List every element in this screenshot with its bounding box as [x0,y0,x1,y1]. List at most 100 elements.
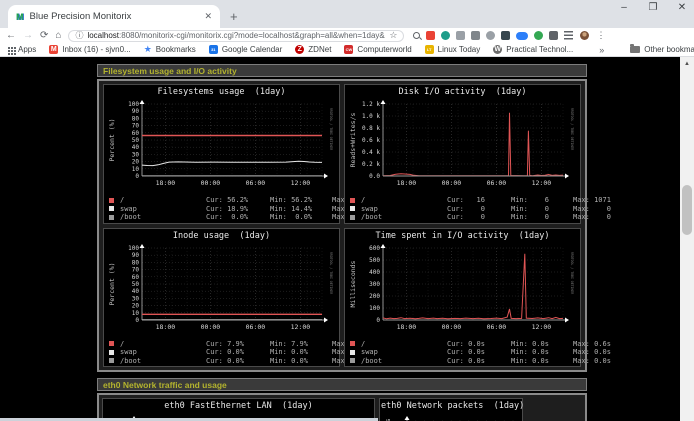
chart-filesystems-usage[interactable]: Filesystems usage (1day)Percent (%)10090… [103,84,340,224]
minimize-button[interactable]: – [618,2,630,13]
calendar-icon: 31 [209,45,218,54]
forward-button[interactable]: → [23,31,33,41]
bookmark-label: Apps [18,45,36,54]
y-tick-label: 600 [369,245,380,252]
monitorix-page: Filesystem usage and I/O activity Filesy… [0,57,694,421]
maximize-button[interactable]: ❐ [647,2,659,13]
chart-plot: Percent (%)100908070605040302010018:0000… [105,98,336,191]
vertical-scrollbar[interactable]: ▲ [680,57,694,421]
chart-disk-io-activity[interactable]: Disk I/O activity (1day)Reads+Writes/s1.… [344,84,581,224]
folder-icon [630,46,640,53]
copy-pages-icon[interactable] [456,31,465,40]
x-tick-label: 06:00 [246,179,266,187]
bookmark-label: Bookmarks [156,45,196,54]
bookmark-apps-grid[interactable]: Apps [8,45,36,54]
bookmark-zdnet[interactable]: ZZDNet [295,45,331,54]
legend-swatch [350,198,355,203]
chart-inode-usage[interactable]: Inode usage (1day)Percent (%)10090807060… [103,228,340,368]
legend-cur: Cur: 7.9% [206,340,270,348]
reading-list-icon[interactable] [564,31,573,40]
address-bar[interactable]: ⓘ localhost:8080/monitorix-cgi/monitorix… [68,30,404,42]
new-tab-button[interactable]: + [230,9,238,24]
bookmark-linuxtoday[interactable]: LTLinux Today [425,45,481,54]
bookmark-calendar[interactable]: 31Google Calendar [209,45,282,54]
chart-title: eth0 Network packets (1day) [381,401,521,412]
x-tick-label: 18:00 [397,179,417,187]
x-tick-label: 18:00 [156,179,176,187]
y-tick-label: 80 [132,259,140,266]
tab-close-icon[interactable]: ✕ [204,11,212,22]
profile-avatar[interactable] [580,31,589,40]
y-tick-label: 20 [132,159,140,166]
rrdtool-watermark: RRDTOOL / TOBI OETIKER [329,252,333,294]
gmail-icon[interactable] [426,31,435,40]
x-tick-label: 06:00 [487,323,507,331]
legend-cur: Cur: 0 [447,213,511,221]
chart-legend: /Cur: 0.0sMin: 0.0sMax: 0.6sswapCur: 0.0… [346,340,579,366]
legend-swatch [350,215,355,220]
green-extension-icon[interactable] [534,31,543,40]
legend-row: /Cur: 7.9%Min: 7.9%Max: 7.9% [109,340,338,349]
back-button[interactable]: ← [6,31,16,41]
legend-swatch [350,341,355,346]
chart-eth0-packets[interactable]: eth0 Network packets (1day)Packets/s1.0 [379,398,523,421]
bookmark-label: Computerworld [357,45,411,54]
y-tick-label: 400 [369,269,380,276]
other-bookmarks-button[interactable]: Other bookmarks [630,45,694,54]
bookmark-star[interactable]: ★Bookmarks [144,44,196,55]
blue-extension-icon[interactable] [516,32,528,40]
chrome-menu-icon[interactable]: ⋮ [596,30,605,41]
browser-tab[interactable]: M Blue Precision Monitorix ✕ [8,5,220,28]
legend-name: swap [361,205,447,213]
bookmarks-overflow-chevron[interactable]: » [599,45,604,55]
close-button[interactable]: ✕ [676,2,688,13]
browser-window: M Blue Precision Monitorix ✕ + – ❐ ✕ ← →… [0,0,694,421]
y-tick-label: 100 [369,305,380,312]
section-header-network: eth0 Network traffic and usage [97,378,587,391]
bookmark-wordpress[interactable]: WPractical Technol... [493,45,573,54]
page-info-icon[interactable]: ⓘ [75,30,83,41]
extension-icons [413,31,573,40]
legend-row: /Cur: 16Min: 6Max: 1071 [350,196,579,205]
y-tick-label: 0.2 k [362,161,380,168]
y-tick-label: 10 [132,309,140,316]
chart-title: Filesystems usage (1day) [105,87,338,98]
legend-min: Min: 0 [511,213,573,221]
legend-name: / [361,340,447,348]
globe-extension-icon[interactable] [441,31,450,40]
bookmark-label: Inbox (16) - sjvn0... [62,45,130,54]
scroll-up-arrow-icon[interactable]: ▲ [680,57,694,71]
y-tick-label: 0.4 k [362,149,380,156]
legend-min: Min: 7.9% [270,340,332,348]
zdnet-icon: Z [295,45,304,54]
legend-swatch [109,198,114,203]
legend-name: /boot [361,357,447,365]
y-tick-label: 70 [132,123,140,130]
y-tick-label: 90 [132,252,140,259]
bookmark-computerworld[interactable]: CWComputerworld [344,45,411,54]
legend-row: /bootCur: 0Min: 0Max: 0 [350,213,579,222]
legend-max: Max: 1071 [573,196,635,204]
x-tick-label: 00:00 [442,179,462,187]
scrollbar-thumb[interactable] [682,185,692,235]
chart-time-in-io[interactable]: Time spent in I/O activity (1day)Millise… [344,228,581,368]
legend-row: swapCur: 18.9%Min: 14.4%Max: 20.5% [109,205,338,214]
legend-min: Min: 0.0s [511,357,573,365]
legend-swatch [350,358,355,363]
y-axis-label: Percent (%) [108,118,116,161]
reload-button[interactable]: ⟳ [40,31,48,41]
legend-max: Max: 0 [573,213,635,221]
extensions-puzzle-icon[interactable] [549,31,558,40]
legend-row: /bootCur: 0.0%Min: 0.0%Max: 0.0% [109,213,338,222]
dark-extension-icon[interactable] [501,31,510,40]
url-text: localhost:8080/monitorix-cgi/monitorix.c… [87,31,385,40]
legend-row: swapCur: 0Min: 0Max: 0 [350,205,579,214]
gray-extension-icon[interactable] [471,31,480,40]
search-icon[interactable] [413,32,420,39]
legend-swatch [350,206,355,211]
bookmark-star-icon[interactable]: ☆ [389,30,397,41]
bookmark-gmail[interactable]: MInbox (16) - sjvn0... [49,45,130,54]
cast-extension-icon[interactable] [486,31,495,40]
chart-plot: Packets/s1.0 [381,412,527,421]
home-button[interactable]: ⌂ [55,31,61,41]
